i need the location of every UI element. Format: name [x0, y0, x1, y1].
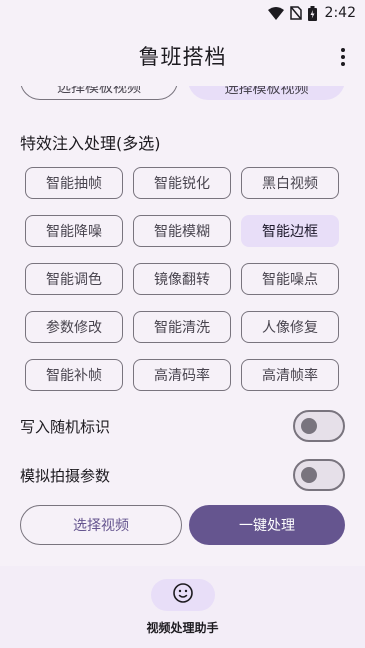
chip-smart-noise[interactable]: 智能噪点	[241, 263, 339, 295]
switch-thumb	[301, 418, 317, 434]
random-id-label: 写入随机标识	[20, 417, 111, 436]
chip-smart-denoise[interactable]: 智能降噪	[25, 215, 123, 247]
chip-black-white[interactable]: 黑白视频	[241, 167, 339, 199]
chip-hd-bitrate[interactable]: 高清码率	[133, 359, 231, 391]
chip-smart-sharpen[interactable]: 智能锐化	[133, 167, 231, 199]
action-row: 选择视频 一键处理	[20, 505, 345, 545]
select-template-video-button[interactable]: 选择模板视频	[20, 86, 178, 100]
effects-section-title: 特效注入处理(多选)	[20, 134, 161, 153]
select-template-video-label-2: 选择模板视频	[224, 86, 309, 97]
status-bar: 2:42	[0, 0, 365, 26]
chip-smart-color[interactable]: 智能调色	[25, 263, 123, 295]
app-title: 鲁班搭档	[138, 45, 227, 69]
simulate-shoot-row: 模拟拍摄参数	[20, 459, 345, 491]
random-id-switch[interactable]	[293, 410, 345, 442]
chip-smart-clean[interactable]: 智能清洗	[133, 311, 231, 343]
switch-thumb	[301, 467, 317, 483]
chip-portrait-repair[interactable]: 人像修复	[241, 311, 339, 343]
wifi-icon	[267, 6, 284, 20]
nav-label-video-assistant: 视频处理助手	[146, 621, 219, 635]
more-vert-icon[interactable]	[335, 46, 351, 68]
nav-item-video-assistant[interactable]	[150, 579, 215, 611]
select-video-button[interactable]: 选择视频	[20, 505, 182, 545]
chip-hd-framerate[interactable]: 高清帧率	[241, 359, 339, 391]
main-content[interactable]: 选择模板视频 选择模板视频 特效注入处理(多选) 智能抽帧 智能锐化 黑白视频 …	[0, 86, 365, 566]
chip-smart-border[interactable]: 智能边框	[241, 215, 339, 247]
random-id-row: 写入随机标识	[20, 410, 345, 442]
app-bar: 鲁班搭档	[0, 26, 365, 86]
clipped-button-row: 选择模板视频 选择模板视频	[0, 86, 365, 100]
chip-smart-blur[interactable]: 智能模糊	[133, 215, 231, 247]
select-template-video-button-2[interactable]: 选择模板视频	[188, 86, 345, 100]
chip-param-modify[interactable]: 参数修改	[25, 311, 123, 343]
smiley-face-icon	[172, 582, 194, 608]
battery-icon	[307, 5, 317, 21]
no-sim-icon	[289, 6, 302, 20]
effects-chip-group: 智能抽帧 智能锐化 黑白视频 智能降噪 智能模糊 智能边框 智能调色 镜像翻转 …	[25, 167, 341, 391]
chip-smart-interpolate[interactable]: 智能补帧	[25, 359, 123, 391]
chip-smart-frame-extract[interactable]: 智能抽帧	[25, 167, 123, 199]
status-time: 2:42	[324, 5, 356, 21]
chip-mirror-flip[interactable]: 镜像翻转	[133, 263, 231, 295]
one-click-process-button[interactable]: 一键处理	[189, 505, 345, 545]
select-template-video-label: 选择模板视频	[57, 86, 141, 96]
simulate-shoot-switch[interactable]	[293, 459, 345, 491]
simulate-shoot-label: 模拟拍摄参数	[20, 466, 111, 485]
bottom-navigation: 视频处理助手	[0, 566, 365, 648]
